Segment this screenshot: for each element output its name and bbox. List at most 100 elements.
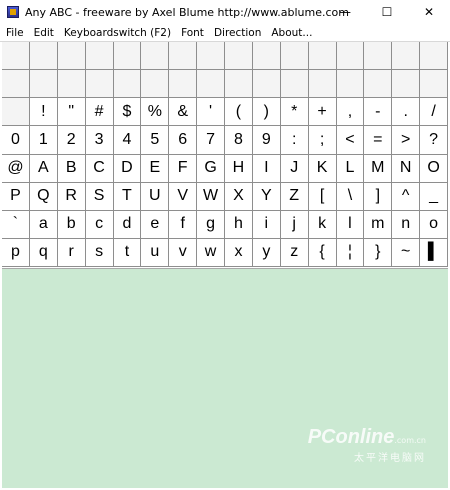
char-cell[interactable]: Q (29, 182, 58, 211)
char-cell[interactable]: M (364, 154, 393, 183)
menu-direction[interactable]: Direction (208, 27, 261, 39)
char-cell[interactable] (85, 70, 114, 99)
char-cell[interactable] (169, 70, 198, 99)
char-cell[interactable]: 6 (169, 126, 198, 155)
char-cell[interactable] (2, 70, 30, 99)
char-cell[interactable]: J (280, 154, 309, 183)
char-cell[interactable] (308, 42, 337, 71)
char-cell[interactable]: ^ (392, 182, 421, 211)
char-cell[interactable]: e (141, 210, 170, 239)
char-cell[interactable] (113, 70, 142, 99)
char-cell[interactable]: u (141, 238, 170, 267)
char-cell[interactable]: x (225, 238, 253, 267)
char-cell[interactable]: < (336, 126, 365, 155)
char-cell[interactable]: @ (2, 154, 30, 183)
char-cell[interactable]: & (169, 98, 198, 127)
char-cell[interactable]: 0 (2, 126, 30, 155)
char-cell[interactable]: f (169, 210, 198, 239)
char-cell[interactable]: n (392, 210, 421, 239)
minimize-button[interactable]: — (324, 0, 366, 24)
char-cell[interactable] (252, 70, 281, 99)
app-icon[interactable] (7, 6, 19, 18)
char-cell[interactable]: 2 (57, 126, 86, 155)
char-cell[interactable]: 3 (85, 126, 114, 155)
char-cell[interactable]: " (57, 98, 86, 127)
char-cell[interactable]: k (308, 210, 337, 239)
char-cell[interactable]: w (197, 238, 225, 267)
char-cell[interactable] (57, 70, 86, 99)
maximize-button[interactable]: ☐ (366, 0, 408, 24)
char-cell[interactable] (85, 42, 114, 71)
char-cell[interactable]: 7 (197, 126, 225, 155)
char-cell[interactable]: # (85, 98, 114, 127)
char-cell[interactable] (113, 42, 142, 71)
char-cell[interactable]: T (113, 182, 142, 211)
char-cell[interactable]: ¦ (336, 238, 365, 267)
char-cell[interactable]: ~ (392, 238, 421, 267)
char-cell[interactable] (336, 42, 365, 71)
char-cell[interactable]: S (85, 182, 114, 211)
char-cell[interactable]: C (85, 154, 114, 183)
char-cell[interactable]: 9 (252, 126, 281, 155)
char-cell[interactable]: W (197, 182, 225, 211)
char-cell[interactable] (364, 70, 393, 99)
char-cell[interactable]: 4 (113, 126, 142, 155)
char-cell[interactable]: + (308, 98, 337, 127)
char-cell[interactable]: A (29, 154, 58, 183)
char-cell[interactable] (364, 42, 393, 71)
char-cell[interactable]: K (308, 154, 337, 183)
char-cell[interactable]: , (336, 98, 365, 127)
char-cell[interactable] (420, 70, 448, 99)
text-editor-area[interactable]: PConline.com.cn 太平洋电脑网 (2, 268, 448, 488)
char-cell[interactable] (336, 70, 365, 99)
char-cell[interactable]: U (141, 182, 170, 211)
char-cell[interactable]: H (225, 154, 253, 183)
char-cell[interactable]: Y (252, 182, 281, 211)
menu-font[interactable]: Font (175, 27, 204, 39)
char-cell[interactable]: = (364, 126, 393, 155)
char-cell[interactable]: b (57, 210, 86, 239)
char-cell[interactable]: s (85, 238, 114, 267)
char-cell[interactable] (2, 98, 30, 127)
char-cell[interactable]: o (420, 210, 448, 239)
char-cell[interactable]: ` (2, 210, 30, 239)
menu-edit[interactable]: Edit (28, 27, 54, 39)
char-cell[interactable]: . (392, 98, 421, 127)
char-cell[interactable]: i (252, 210, 281, 239)
char-cell[interactable] (392, 70, 421, 99)
char-cell[interactable]: P (2, 182, 30, 211)
char-cell[interactable]: $ (113, 98, 142, 127)
char-cell[interactable] (29, 42, 58, 71)
char-cell[interactable]: j (280, 210, 309, 239)
char-cell[interactable]: h (225, 210, 253, 239)
char-cell[interactable]: 8 (225, 126, 253, 155)
char-cell[interactable]: v (169, 238, 198, 267)
char-cell[interactable]: L (336, 154, 365, 183)
char-cell[interactable]: 5 (141, 126, 170, 155)
char-cell[interactable]: * (280, 98, 309, 127)
char-cell[interactable]: O (420, 154, 448, 183)
char-cell[interactable] (57, 42, 86, 71)
menu-file[interactable]: File (0, 27, 24, 39)
char-cell[interactable]: : (280, 126, 309, 155)
char-cell[interactable]: B (57, 154, 86, 183)
char-cell[interactable]: % (141, 98, 170, 127)
char-cell[interactable] (225, 70, 253, 99)
char-cell[interactable] (197, 42, 225, 71)
char-cell[interactable]: V (169, 182, 198, 211)
char-cell[interactable] (392, 42, 421, 71)
menu-about[interactable]: About... (265, 27, 312, 39)
char-cell[interactable]: q (29, 238, 58, 267)
char-cell[interactable] (252, 42, 281, 71)
char-cell[interactable]: l (336, 210, 365, 239)
char-cell[interactable]: G (197, 154, 225, 183)
char-cell[interactable]: y (252, 238, 281, 267)
char-cell[interactable] (225, 42, 253, 71)
char-cell[interactable]: Z (280, 182, 309, 211)
char-cell[interactable]: E (141, 154, 170, 183)
char-cell[interactable]: N (392, 154, 421, 183)
char-cell[interactable]: z (280, 238, 309, 267)
char-cell[interactable] (280, 70, 309, 99)
char-cell[interactable]: ! (29, 98, 58, 127)
char-cell[interactable]: m (364, 210, 393, 239)
